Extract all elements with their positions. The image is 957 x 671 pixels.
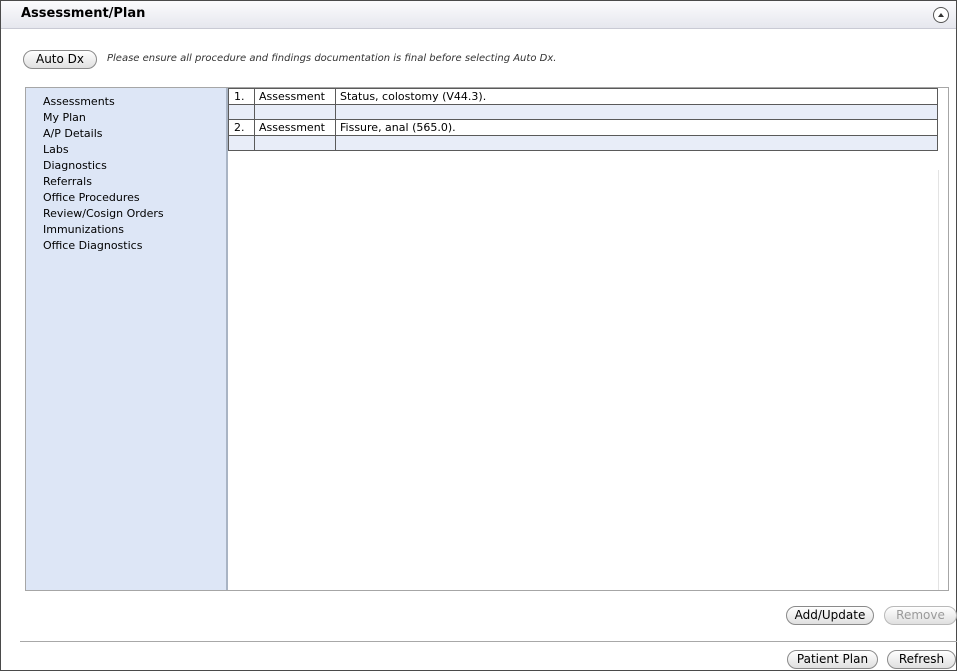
vertical-scrollbar[interactable] — [938, 170, 949, 590]
sidebar-item-labs[interactable]: Labs — [43, 143, 164, 159]
spacer-cell — [335, 104, 938, 120]
table-row[interactable]: 1. Assessment Status, colostomy (V44.3). — [228, 88, 938, 105]
table-row[interactable]: 2. Assessment Fissure, anal (565.0). — [228, 119, 938, 136]
auto-dx-note: Please ensure all procedure and findings… — [107, 53, 557, 64]
refresh-button[interactable]: Refresh — [887, 650, 956, 669]
sidebar-item-referrals[interactable]: Referrals — [43, 175, 164, 191]
sidebar-item-assessments[interactable]: Assessments — [43, 95, 164, 111]
row-description: Status, colostomy (V44.3). — [335, 88, 938, 105]
spacer-cell — [254, 104, 336, 120]
chevron-up-circle-icon[interactable] — [933, 7, 949, 23]
remove-button[interactable]: Remove — [884, 606, 957, 625]
row-description: Fissure, anal (565.0). — [335, 119, 938, 136]
sidebar-item-diagnostics[interactable]: Diagnostics — [43, 159, 164, 175]
sidebar-item-review-cosign-orders[interactable]: Review/Cosign Orders — [43, 207, 164, 223]
table-row-spacer — [228, 104, 938, 120]
sidebar-item-office-diagnostics[interactable]: Office Diagnostics — [43, 239, 164, 255]
add-update-button[interactable]: Add/Update — [786, 606, 874, 625]
spacer-cell — [228, 135, 255, 151]
divider — [20, 641, 957, 642]
section-header: Assessment/Plan — [1, 1, 956, 29]
section-title: Assessment/Plan — [21, 6, 146, 21]
sidebar-item-office-procedures[interactable]: Office Procedures — [43, 191, 164, 207]
assessment-plan-panel: Assessments My Plan A/P Details Labs Dia… — [25, 87, 949, 591]
spacer-cell — [335, 135, 938, 151]
sidebar-nav: Assessments My Plan A/P Details Labs Dia… — [26, 88, 228, 590]
patient-plan-button[interactable]: Patient Plan — [787, 650, 878, 669]
sidebar-item-immunizations[interactable]: Immunizations — [43, 223, 164, 239]
auto-dx-button[interactable]: Auto Dx — [23, 50, 97, 69]
assessments-table: 1. Assessment Status, colostomy (V44.3).… — [228, 88, 938, 151]
row-type: Assessment — [254, 88, 336, 105]
row-type: Assessment — [254, 119, 336, 136]
spacer-cell — [228, 104, 255, 120]
row-number: 2. — [228, 119, 255, 136]
row-number: 1. — [228, 88, 255, 105]
sidebar-item-my-plan[interactable]: My Plan — [43, 111, 164, 127]
table-row-spacer — [228, 135, 938, 151]
sidebar-item-ap-details[interactable]: A/P Details — [43, 127, 164, 143]
spacer-cell — [254, 135, 336, 151]
